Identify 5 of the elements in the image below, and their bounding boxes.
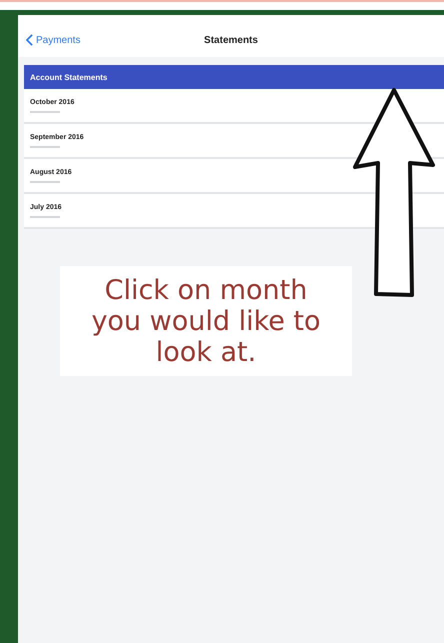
back-button[interactable]: Payments	[26, 34, 204, 46]
screen-title: Statements	[204, 34, 258, 46]
back-chevron-icon	[26, 34, 33, 46]
section-header: Account Statements	[24, 65, 444, 89]
annotation-note: Click on month you would like to look at.	[60, 266, 352, 376]
